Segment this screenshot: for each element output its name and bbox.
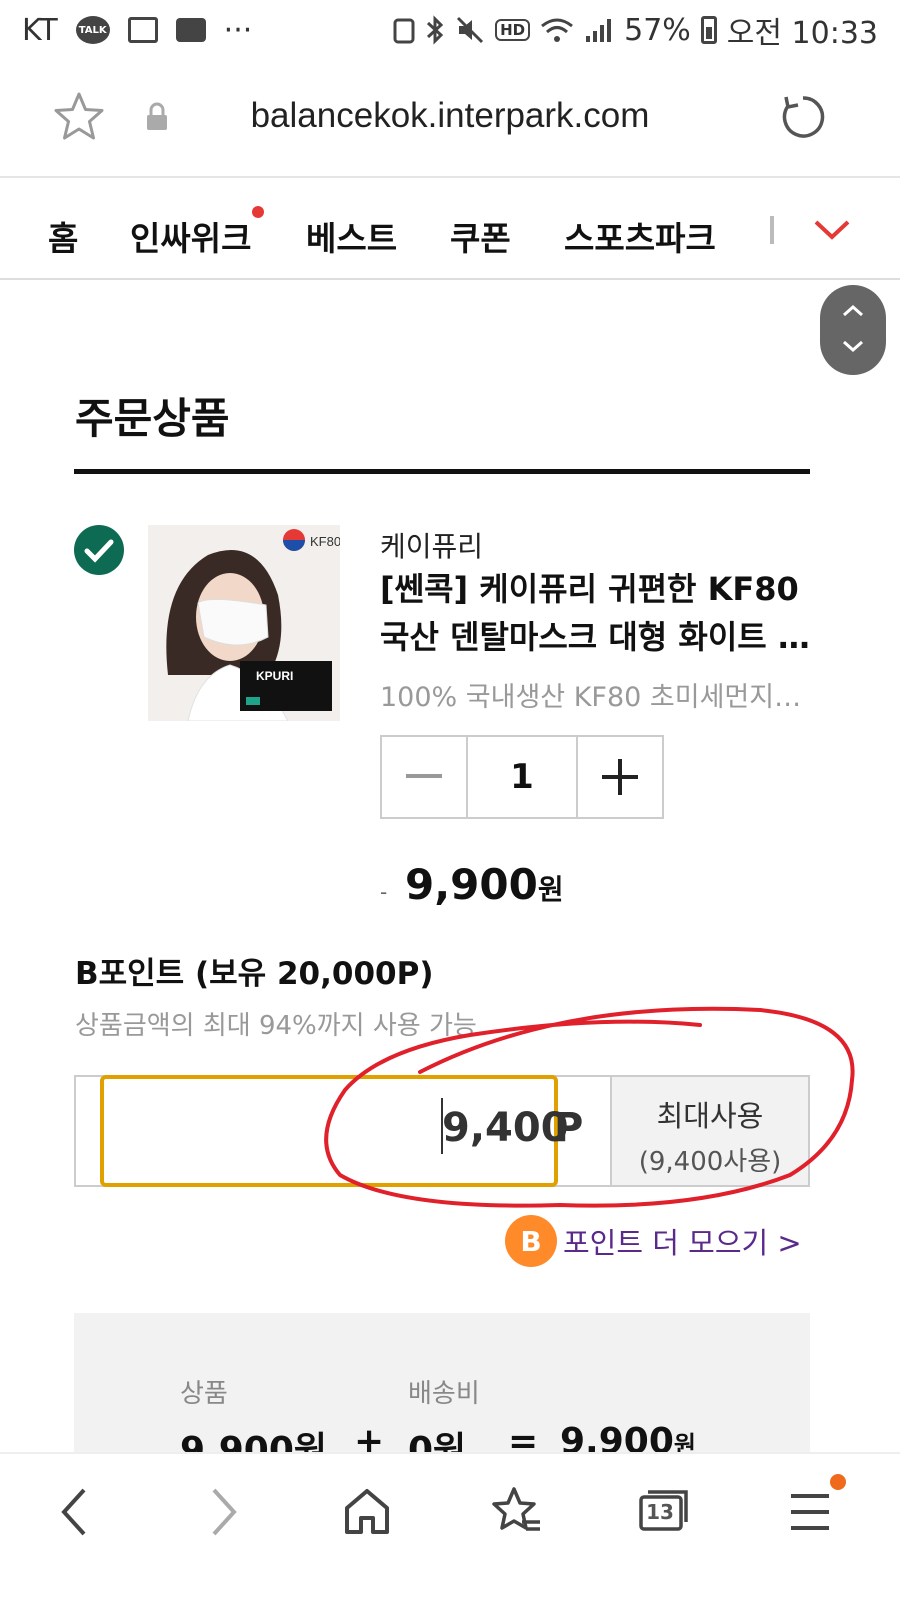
menu-notification-dot xyxy=(830,1474,846,1490)
menu-icon[interactable] xyxy=(788,1484,832,1540)
bookmarks-icon[interactable] xyxy=(488,1484,544,1540)
tab-count: 13 xyxy=(646,1500,674,1524)
back-icon[interactable] xyxy=(56,1484,92,1540)
home-icon[interactable] xyxy=(342,1484,392,1540)
forward-icon[interactable] xyxy=(206,1484,242,1540)
summary-total-number: 9,900 xyxy=(560,1421,674,1453)
summary-plus: + xyxy=(354,1421,385,1453)
summary-product-label: 상품 xyxy=(180,1379,228,1409)
browser-toolbar: 13 xyxy=(0,1452,900,1600)
price-summary: 상품 배송비 9,900원 + 0원 = 9,900원 xyxy=(74,1313,810,1453)
summary-total-unit: 원 xyxy=(673,1431,696,1453)
summary-equals: = xyxy=(508,1421,539,1453)
summary-total-value: 9,900원 xyxy=(560,1421,696,1453)
summary-shipping-value: 0원 xyxy=(408,1430,467,1453)
summary-shipping-label: 배송비 xyxy=(408,1379,480,1409)
summary-product-value: 9,900원 xyxy=(180,1430,327,1453)
